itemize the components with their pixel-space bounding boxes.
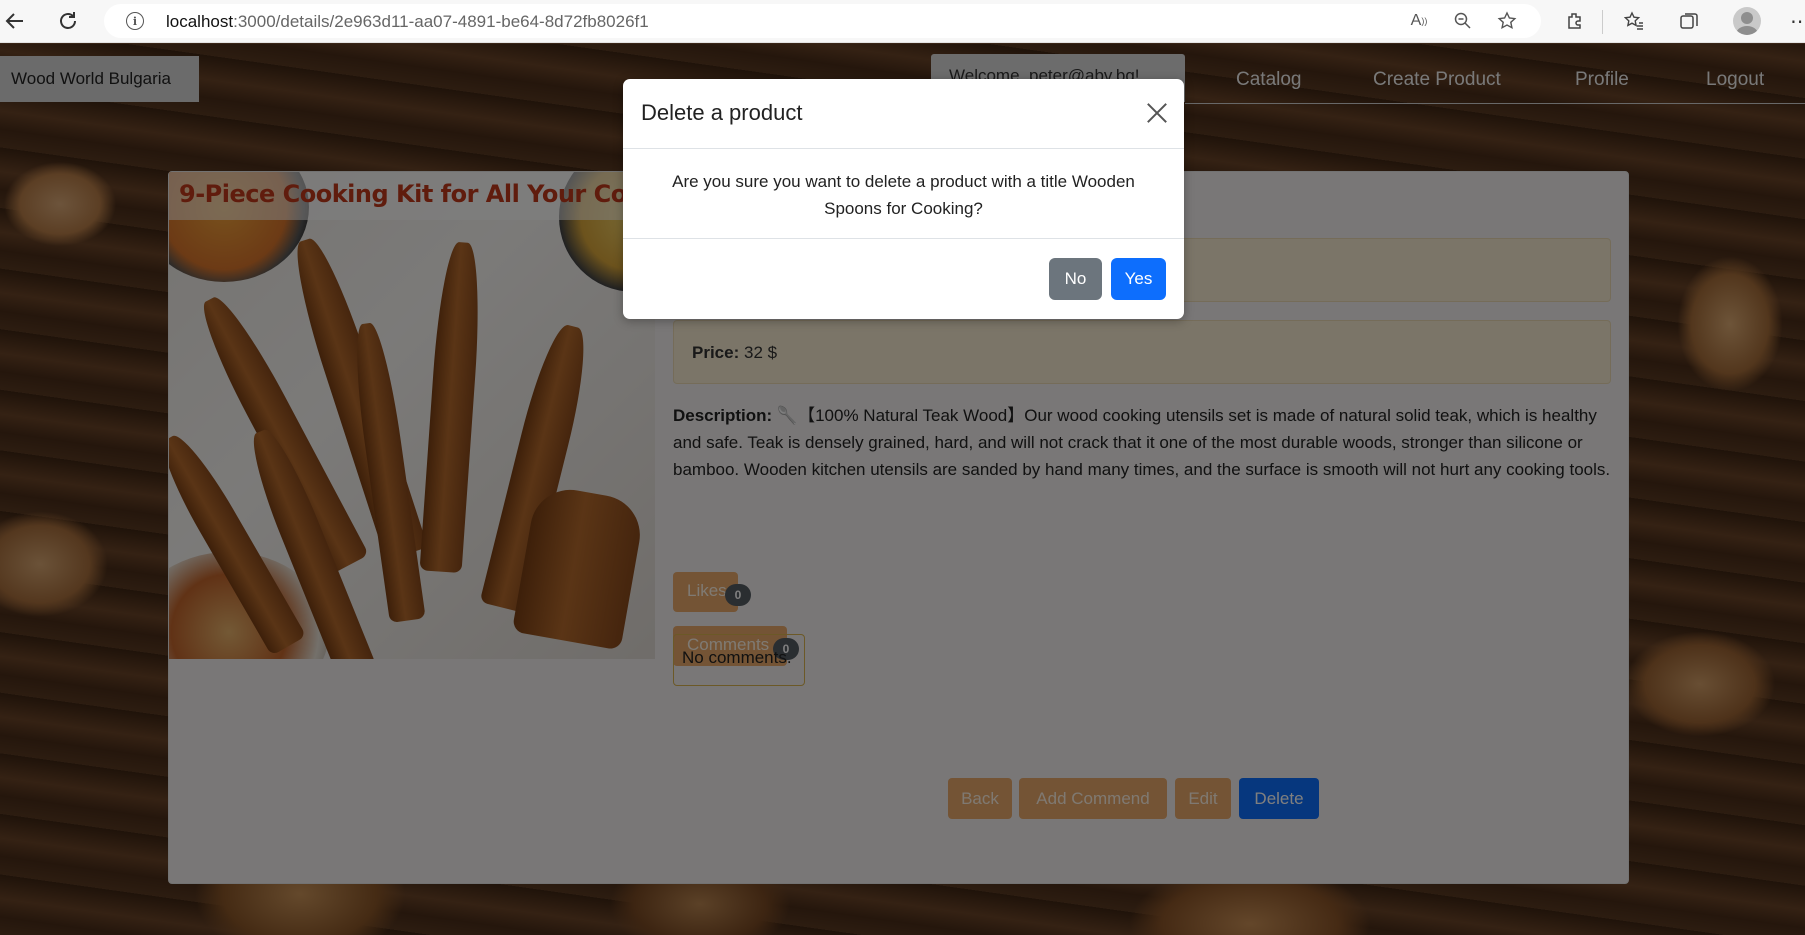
address-bar[interactable]: i localhost:3000/details/2e963d11-aa07-4… <box>104 4 1541 38</box>
delete-confirm-modal: Delete a product Are you sure you want t… <box>623 79 1184 319</box>
extensions-icon[interactable] <box>1560 6 1590 36</box>
url-path: :3000/details/2e963d11-aa07-4891-be64-8d… <box>233 12 649 31</box>
read-aloud-icon[interactable]: A)) <box>1406 10 1432 32</box>
profile-avatar-icon[interactable] <box>1733 7 1761 35</box>
modal-title: Delete a product <box>641 100 803 125</box>
no-button[interactable]: No <box>1049 258 1102 300</box>
url-text[interactable]: localhost:3000/details/2e963d11-aa07-489… <box>166 12 649 32</box>
browser-toolbar: i localhost:3000/details/2e963d11-aa07-4… <box>0 0 1805 43</box>
more-menu-icon[interactable]: ⋯ <box>1785 6 1805 36</box>
yes-button[interactable]: Yes <box>1111 258 1166 300</box>
collections-icon[interactable] <box>1674 6 1704 36</box>
modal-header: Delete a product <box>623 79 1184 149</box>
info-icon[interactable]: i <box>126 12 144 30</box>
url-host: localhost <box>166 12 234 31</box>
back-arrow-icon[interactable] <box>0 6 30 36</box>
favorite-add-icon[interactable] <box>1494 10 1520 32</box>
close-icon[interactable] <box>1142 98 1172 128</box>
zoom-out-icon[interactable] <box>1450 10 1476 32</box>
modal-body: Are you sure you want to delete a produc… <box>623 149 1184 239</box>
reload-icon[interactable] <box>53 6 83 36</box>
toolbar-separator <box>1602 10 1603 34</box>
favorites-icon[interactable] <box>1619 6 1649 36</box>
